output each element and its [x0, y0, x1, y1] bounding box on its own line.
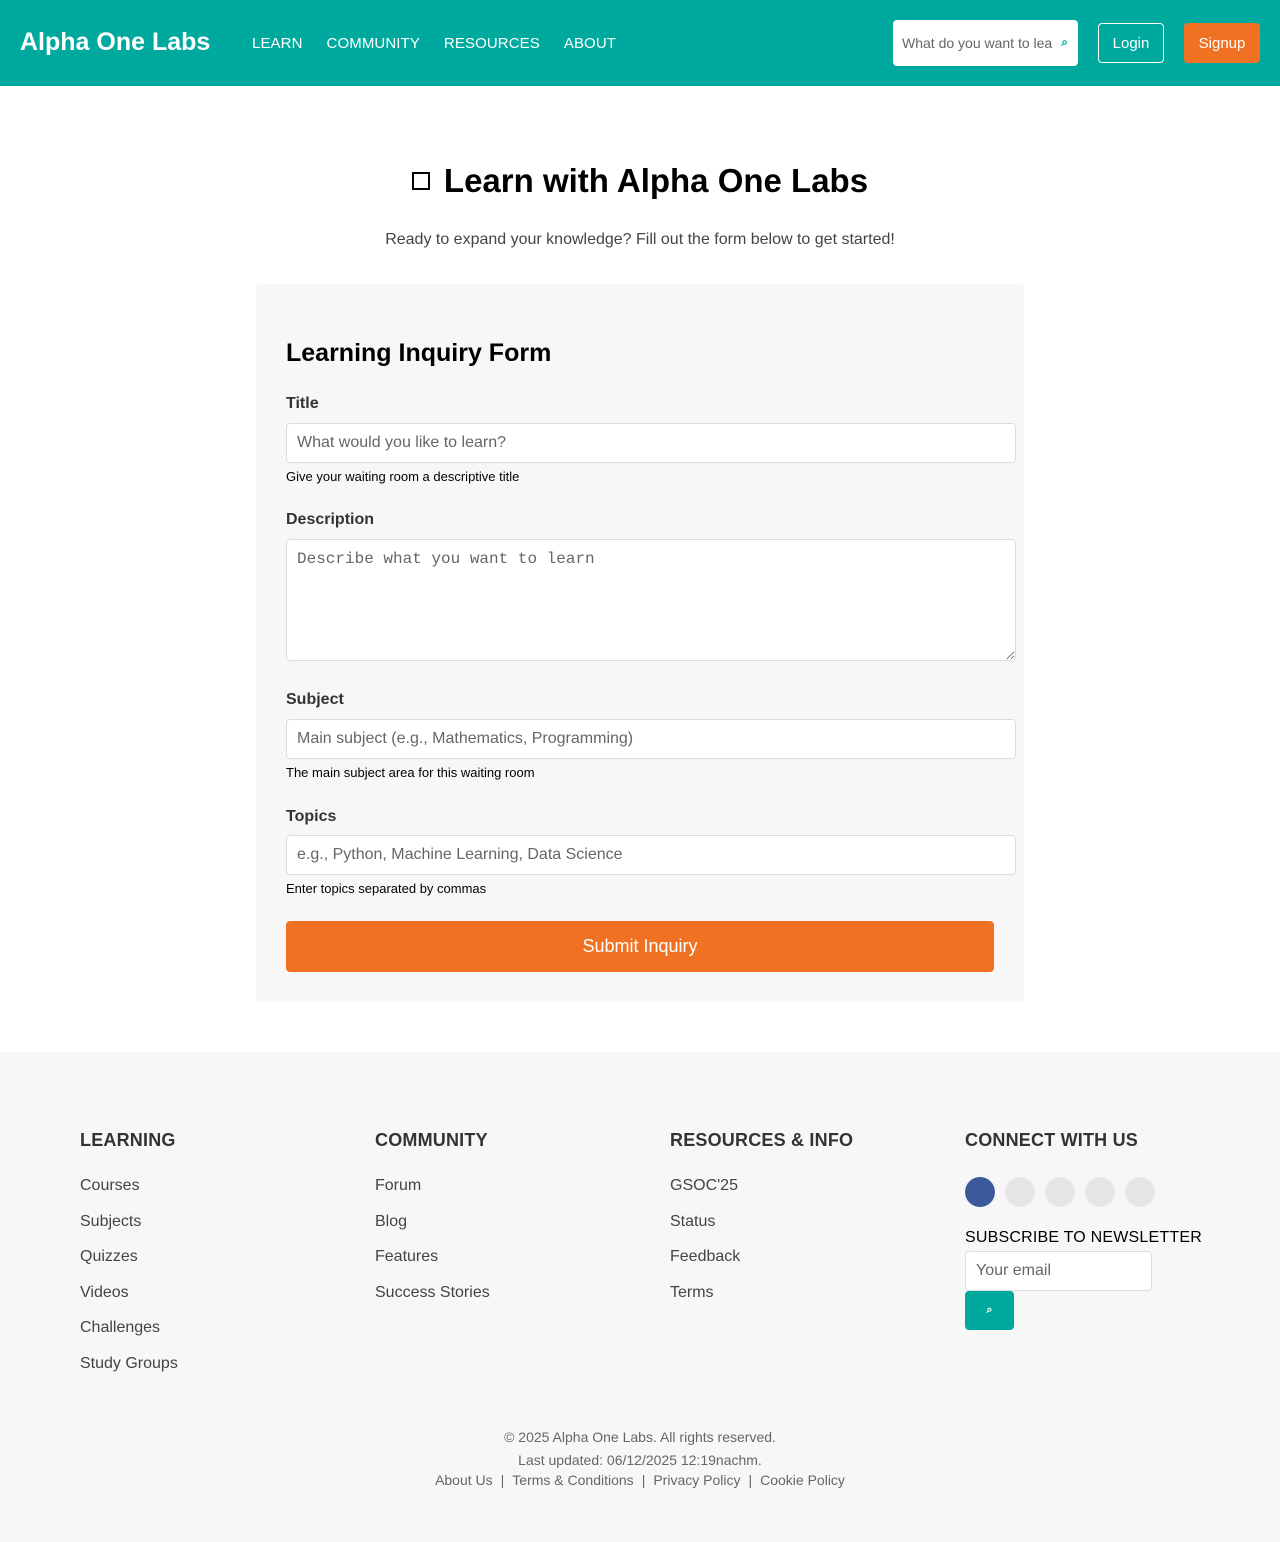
- social-icon[interactable]: [1005, 1177, 1035, 1207]
- social-icon[interactable]: [1045, 1177, 1075, 1207]
- footer-resources: RESOURCES & INFO GSOC'25 Status Feedback…: [670, 1130, 853, 1319]
- site-logo[interactable]: Alpha One Labs: [20, 28, 210, 57]
- footer-link-status[interactable]: Status: [670, 1213, 853, 1249]
- checkbox-icon: [411, 172, 430, 190]
- facebook-icon[interactable]: [965, 1177, 995, 1207]
- page-title: Learn with Alpha One Labs: [0, 162, 1280, 200]
- newsletter-title: SUBSCRIBE TO NEWSLETTER: [965, 1229, 1202, 1246]
- signup-button[interactable]: Signup: [1184, 23, 1260, 63]
- footer-link-videos[interactable]: Videos: [80, 1284, 178, 1320]
- main-nav: LEARN COMMUNITY RESOURCES ABOUT: [252, 35, 616, 52]
- inquiry-form-card: Learning Inquiry Form Title Give your wa…: [256, 284, 1024, 1002]
- title-label: Title: [286, 395, 319, 412]
- login-button[interactable]: Login: [1098, 23, 1164, 63]
- page-subtitle: Ready to expand your knowledge? Fill out…: [385, 231, 895, 248]
- title-help: Give your waiting room a descriptive tit…: [286, 469, 520, 484]
- topics-input[interactable]: [286, 835, 1016, 875]
- legal-link-privacy[interactable]: Privacy Policy: [653, 1472, 740, 1488]
- description-textarea[interactable]: [286, 539, 1016, 661]
- footer-link-subjects[interactable]: Subjects: [80, 1213, 178, 1249]
- legal-link-about[interactable]: About Us: [435, 1472, 493, 1488]
- submit-inquiry-button[interactable]: Submit Inquiry: [286, 921, 994, 972]
- search-icon[interactable]: ⌕: [1061, 35, 1068, 50]
- divider: |: [748, 1472, 753, 1488]
- footer-heading-connect: CONNECT WITH US: [965, 1130, 1138, 1150]
- footer-community: COMMUNITY Forum Blog Features Success St…: [375, 1130, 490, 1319]
- newsletter-subscribe-button[interactable]: ⌕: [965, 1291, 1014, 1330]
- nav-learn[interactable]: LEARN: [252, 35, 303, 52]
- footer-copyright: © 2025 Alpha One Labs. All rights reserv…: [0, 1426, 1280, 1471]
- footer-link-forum[interactable]: Forum: [375, 1177, 490, 1213]
- social-icon[interactable]: [1085, 1177, 1115, 1207]
- copyright-text: © 2025 Alpha One Labs. All rights reserv…: [504, 1429, 776, 1445]
- description-label: Description: [286, 511, 375, 528]
- legal-link-cookie[interactable]: Cookie Policy: [760, 1472, 845, 1488]
- footer-link-features[interactable]: Features: [375, 1248, 490, 1284]
- legal-links: About Us | Terms & Conditions | Privacy Poli…: [0, 1472, 1280, 1488]
- divider: |: [500, 1472, 505, 1488]
- social-icon[interactable]: [1125, 1177, 1155, 1207]
- page-title-text: Learn with Alpha One Labs: [443, 162, 869, 199]
- subject-help: The main subject area for this waiting r…: [286, 765, 535, 780]
- footer-link-feedback[interactable]: Feedback: [670, 1248, 853, 1284]
- footer-link-courses[interactable]: Courses: [80, 1177, 178, 1213]
- site-header: Alpha One Labs LEARN COMMUNITY RESOURCES…: [0, 0, 1280, 86]
- footer-link-gsoc[interactable]: GSOC'25: [670, 1177, 853, 1213]
- footer-link-study-groups[interactable]: Study Groups: [80, 1355, 178, 1391]
- topics-label: Topics: [286, 808, 337, 825]
- last-updated-text: Last updated: 06/12/2025 12:19nachm.: [518, 1451, 762, 1468]
- footer-heading-community: COMMUNITY: [375, 1130, 488, 1150]
- topics-help: Enter topics separated by commas: [286, 881, 487, 896]
- search-input[interactable]: [902, 35, 1052, 51]
- footer-learning: LEARNING Courses Subjects Quizzes Videos…: [80, 1130, 178, 1390]
- divider: |: [641, 1472, 646, 1488]
- nav-about[interactable]: ABOUT: [564, 35, 616, 52]
- social-links: [965, 1177, 1202, 1207]
- subject-label: Subject: [286, 691, 344, 708]
- footer-link-blog[interactable]: Blog: [375, 1213, 490, 1249]
- newsletter-email-input[interactable]: [965, 1251, 1152, 1291]
- nav-resources[interactable]: RESOURCES: [444, 35, 540, 52]
- legal-link-terms[interactable]: Terms & Conditions: [512, 1472, 633, 1488]
- footer-link-success-stories[interactable]: Success Stories: [375, 1284, 490, 1320]
- nav-community[interactable]: COMMUNITY: [327, 35, 420, 52]
- site-footer: LEARNING Courses Subjects Quizzes Videos…: [0, 1052, 1280, 1542]
- footer-heading-learning: LEARNING: [80, 1130, 176, 1150]
- footer-link-quizzes[interactable]: Quizzes: [80, 1248, 178, 1284]
- footer-connect: CONNECT WITH US SUBSCRIBE TO NEWSLETTER …: [965, 1130, 1202, 1330]
- header-search: ⌕: [893, 20, 1078, 66]
- footer-link-challenges[interactable]: Challenges: [80, 1319, 178, 1355]
- title-input[interactable]: [286, 423, 1016, 463]
- footer-heading-resources: RESOURCES & INFO: [670, 1130, 854, 1150]
- subject-input[interactable]: [286, 719, 1016, 759]
- footer-link-terms[interactable]: Terms: [670, 1284, 853, 1320]
- form-title: Learning Inquiry Form: [286, 339, 552, 367]
- search-icon: ⌕: [986, 1304, 993, 1316]
